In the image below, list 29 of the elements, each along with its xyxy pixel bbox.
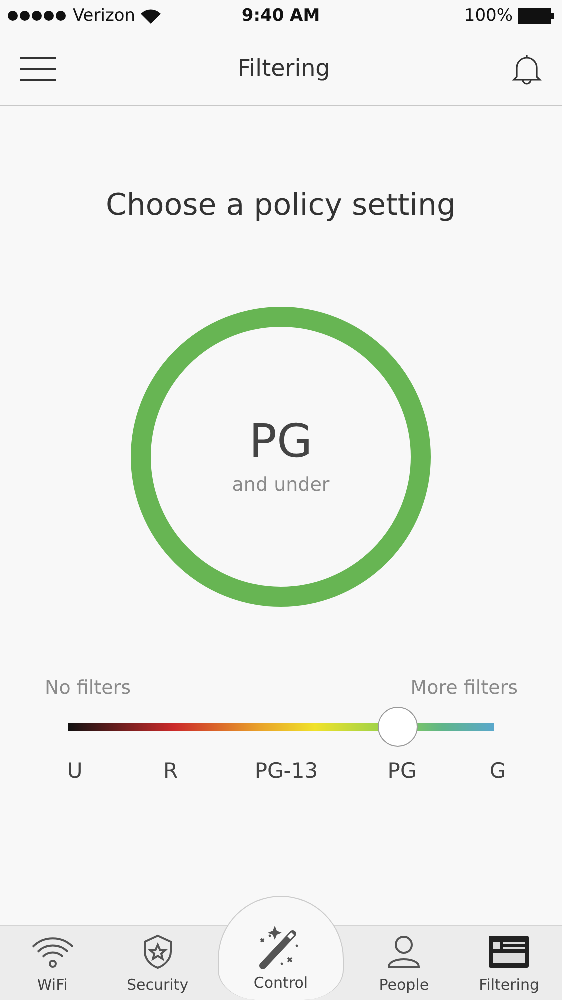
clock-time: 9:40 AM — [242, 6, 320, 26]
menu-icon[interactable] — [20, 56, 56, 80]
slider-min-label: No filters — [45, 677, 131, 699]
policy-rating: PG — [249, 418, 313, 464]
person-icon — [387, 935, 422, 969]
rating-label: PG — [386, 759, 418, 783]
signal-icon — [8, 11, 68, 21]
rating-label: R — [162, 759, 180, 783]
screen-title: Filtering — [238, 56, 330, 82]
rating-label: PG-13 — [254, 759, 320, 783]
slider-thumb[interactable] — [378, 707, 418, 747]
tab[interactable]: People — [359, 932, 450, 1000]
wifi-icon — [30, 935, 75, 969]
battery-icon — [518, 8, 554, 24]
battery-percentage: 100% — [464, 6, 513, 26]
wifi-icon — [140, 8, 161, 24]
bell-icon[interactable] — [512, 52, 542, 84]
rating-label: U — [66, 759, 84, 783]
browser-window-icon — [489, 936, 530, 968]
rating-label: G — [488, 759, 508, 783]
tab[interactable]: Filtering — [464, 932, 554, 1000]
shield-icon — [142, 934, 174, 970]
carrier-name: Verizon — [73, 6, 136, 26]
rating-caption: and under — [232, 474, 330, 496]
tab[interactable]: Control — [218, 896, 344, 1000]
page-heading: Choose a policy setting — [104, 188, 458, 225]
tab[interactable]: Security — [112, 932, 203, 1000]
slider-max-label: More filters — [410, 677, 518, 699]
tab[interactable]: WiFi — [8, 932, 98, 1000]
